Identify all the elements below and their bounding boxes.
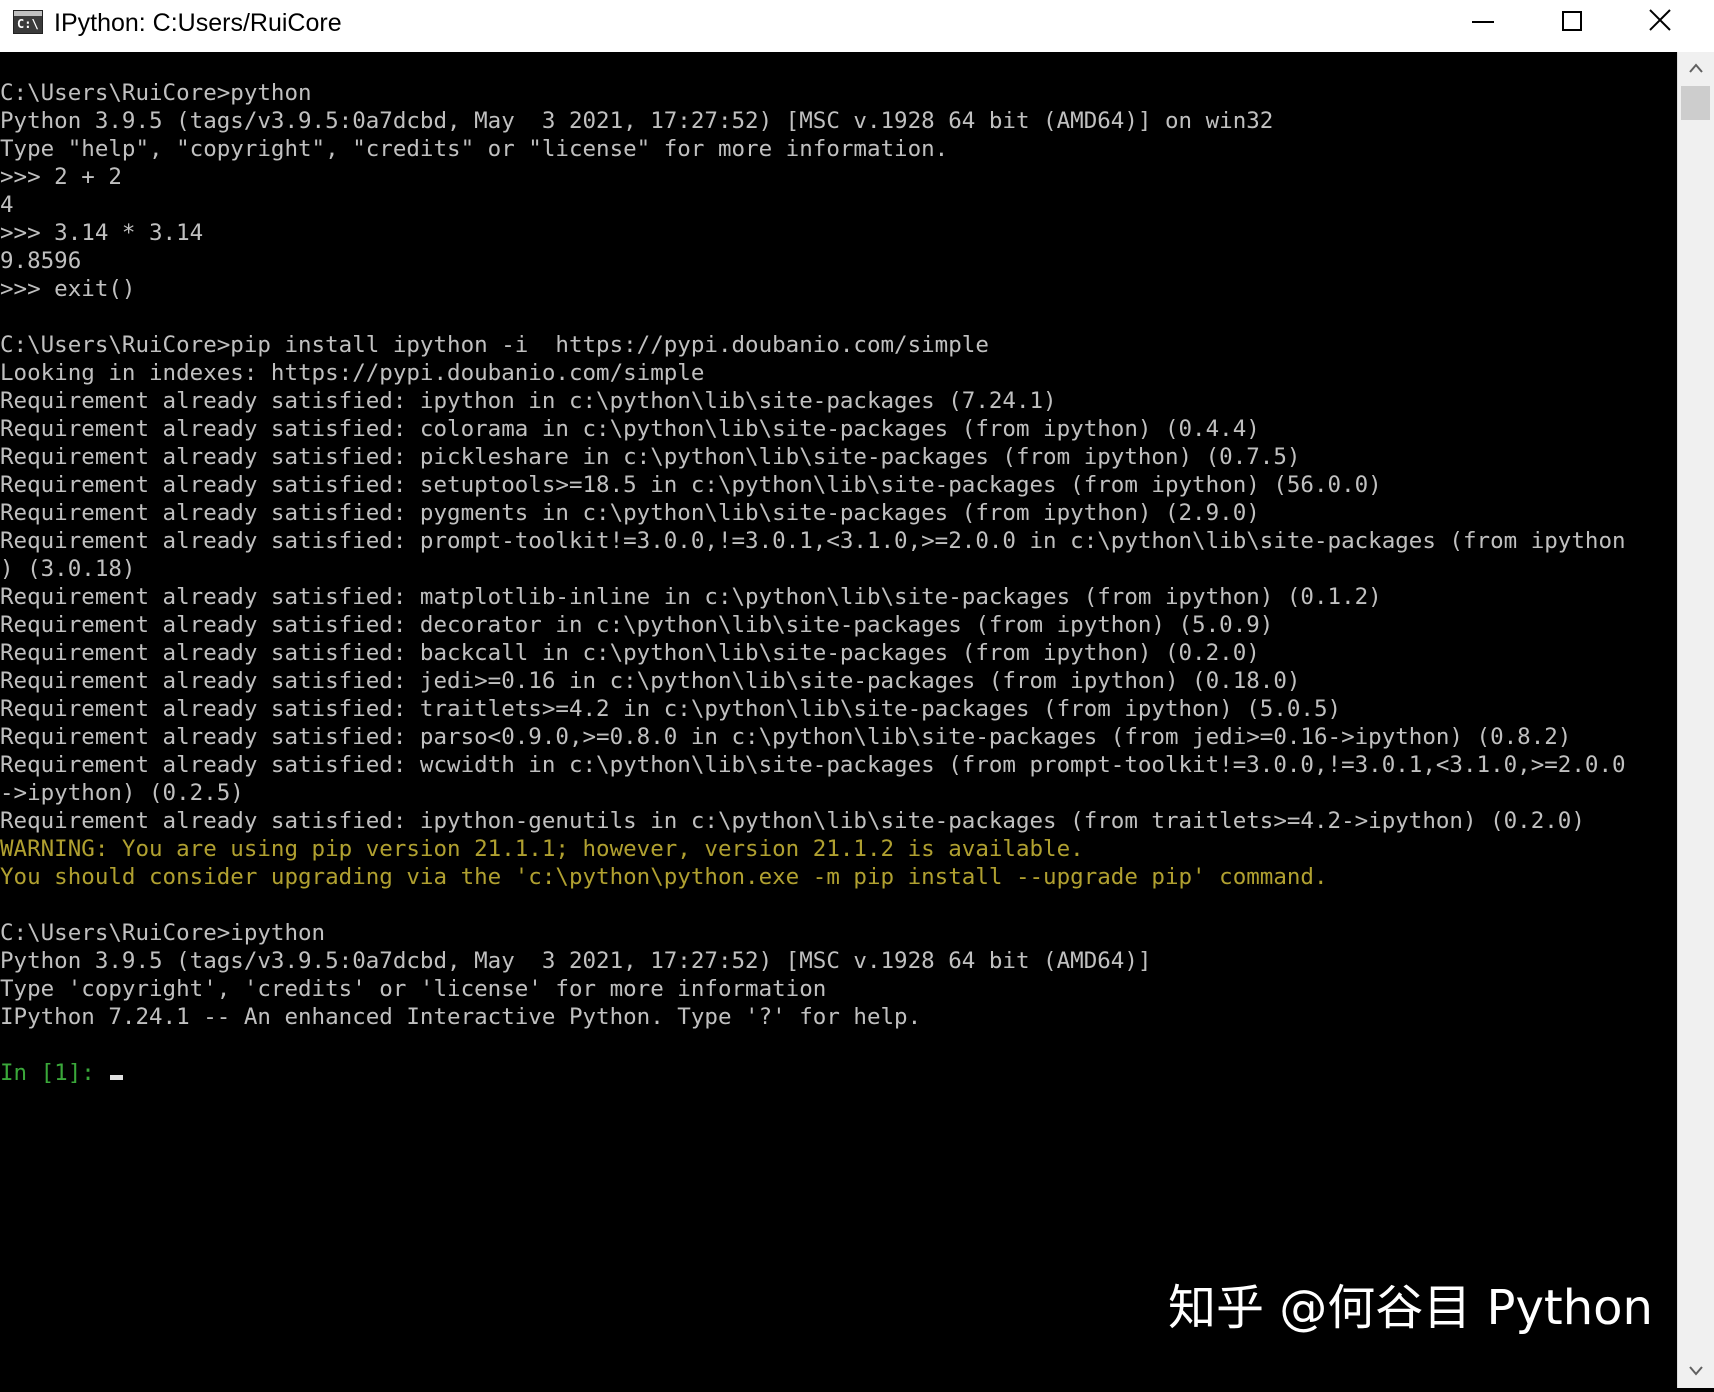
console-line: >>> 3.14 * 3.14 xyxy=(0,220,204,246)
console-line: Requirement already satisfied: parso<0.9… xyxy=(0,724,1572,750)
vertical-scrollbar[interactable] xyxy=(1677,52,1714,1388)
console-line: Requirement already satisfied: prompt-to… xyxy=(0,528,1626,554)
console-app-icon[interactable]: C:\ xyxy=(13,10,43,34)
console-line: Requirement already satisfied: picklesha… xyxy=(0,444,1301,470)
console-line: Requirement already satisfied: wcwidth i… xyxy=(0,752,1626,778)
ipython-input-line[interactable]: In [1]: xyxy=(0,1059,1626,1087)
console-line: ->ipython) (0.2.5) xyxy=(0,780,244,806)
console-lines: C:\Users\RuiCore>python Python 3.9.5 (tag… xyxy=(0,79,1626,1087)
console-line: Requirement already satisfied: ipython-g… xyxy=(0,808,1585,834)
console-line: Requirement already satisfied: matplotli… xyxy=(0,584,1382,610)
console-line: Python 3.9.5 (tags/v3.9.5:0a7dcbd, May 3… xyxy=(0,108,1274,134)
console-output-area[interactable]: C:\Users\RuiCore>python Python 3.9.5 (tag… xyxy=(0,52,1677,1388)
chevron-down-icon xyxy=(1689,1366,1703,1376)
console-line: Requirement already satisfied: decorator… xyxy=(0,612,1274,638)
warning-line: You should consider upgrading via the 'c… xyxy=(0,864,1328,890)
zhihu-watermark: 知乎 @何谷目 Python xyxy=(1168,1280,1653,1336)
title-bar[interactable]: C:\ IPython: C:Users/RuiCore xyxy=(0,0,1714,52)
console-line: >>> 2 + 2 xyxy=(0,164,122,190)
ipython-prompt: In [1]: xyxy=(0,1060,109,1086)
text-cursor xyxy=(110,1075,124,1080)
scroll-down-button[interactable] xyxy=(1678,1354,1714,1388)
console-line: 4 xyxy=(0,192,14,218)
console-line: Type "help", "copyright", "credits" or "… xyxy=(0,136,949,162)
console-line: ) (3.0.18) xyxy=(0,556,136,582)
console-line: 9.8596 xyxy=(0,248,82,274)
console-line: Python 3.9.5 (tags/v3.9.5:0a7dcbd, May 3… xyxy=(0,948,1152,974)
close-button[interactable] xyxy=(1616,0,1704,44)
maximize-icon xyxy=(1562,11,1582,31)
console-line: >>> exit() xyxy=(0,276,136,302)
console-line: C:\Users\RuiCore>ipython xyxy=(0,920,326,946)
console-line: IPython 7.24.1 -- An enhanced Interactiv… xyxy=(0,1004,922,1030)
console-line: Requirement already satisfied: colorama … xyxy=(0,416,1260,442)
console-line: Requirement already satisfied: setuptool… xyxy=(0,472,1382,498)
window-title: IPython: C:Users/RuiCore xyxy=(54,9,342,37)
maximize-button[interactable] xyxy=(1528,0,1616,44)
console-app-icon-text: C:\ xyxy=(17,17,39,31)
console-line: C:\Users\RuiCore>pip install ipython -i … xyxy=(0,332,989,358)
console-line: C:\Users\RuiCore>python xyxy=(0,80,312,106)
console-line: Requirement already satisfied: ipython i… xyxy=(0,388,1057,414)
console-line: Requirement already satisfied: traitlets… xyxy=(0,696,1342,722)
console-line: Requirement already satisfied: backcall … xyxy=(0,640,1260,666)
scroll-thumb[interactable] xyxy=(1681,86,1710,120)
console-line: Requirement already satisfied: pygments … xyxy=(0,500,1260,526)
minimize-icon xyxy=(1472,21,1494,23)
console-line: Type 'copyright', 'credits' or 'license'… xyxy=(0,976,827,1002)
warning-line: WARNING: You are using pip version 21.1.… xyxy=(0,836,1084,862)
console-line: Looking in indexes: https://pypi.doubani… xyxy=(0,360,705,386)
scroll-up-button[interactable] xyxy=(1678,52,1714,86)
minimize-button[interactable] xyxy=(1440,0,1528,44)
console-line: Requirement already satisfied: jedi>=0.1… xyxy=(0,668,1301,694)
close-icon xyxy=(1649,9,1671,31)
chevron-up-icon xyxy=(1689,63,1703,73)
